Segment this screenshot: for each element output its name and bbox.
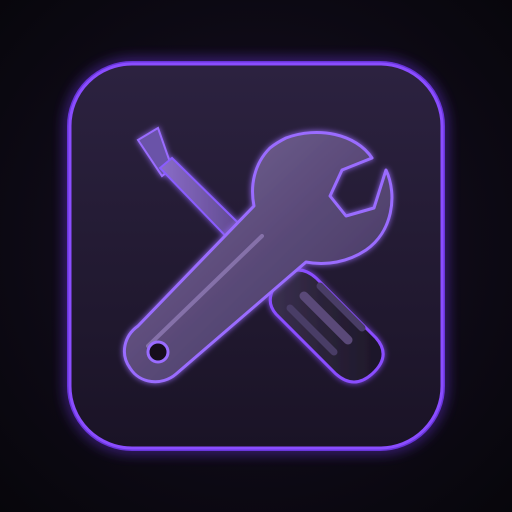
tools-app-icon xyxy=(67,61,445,451)
app-icon-canvas xyxy=(0,0,512,512)
wrench-hang-hole xyxy=(146,340,170,364)
